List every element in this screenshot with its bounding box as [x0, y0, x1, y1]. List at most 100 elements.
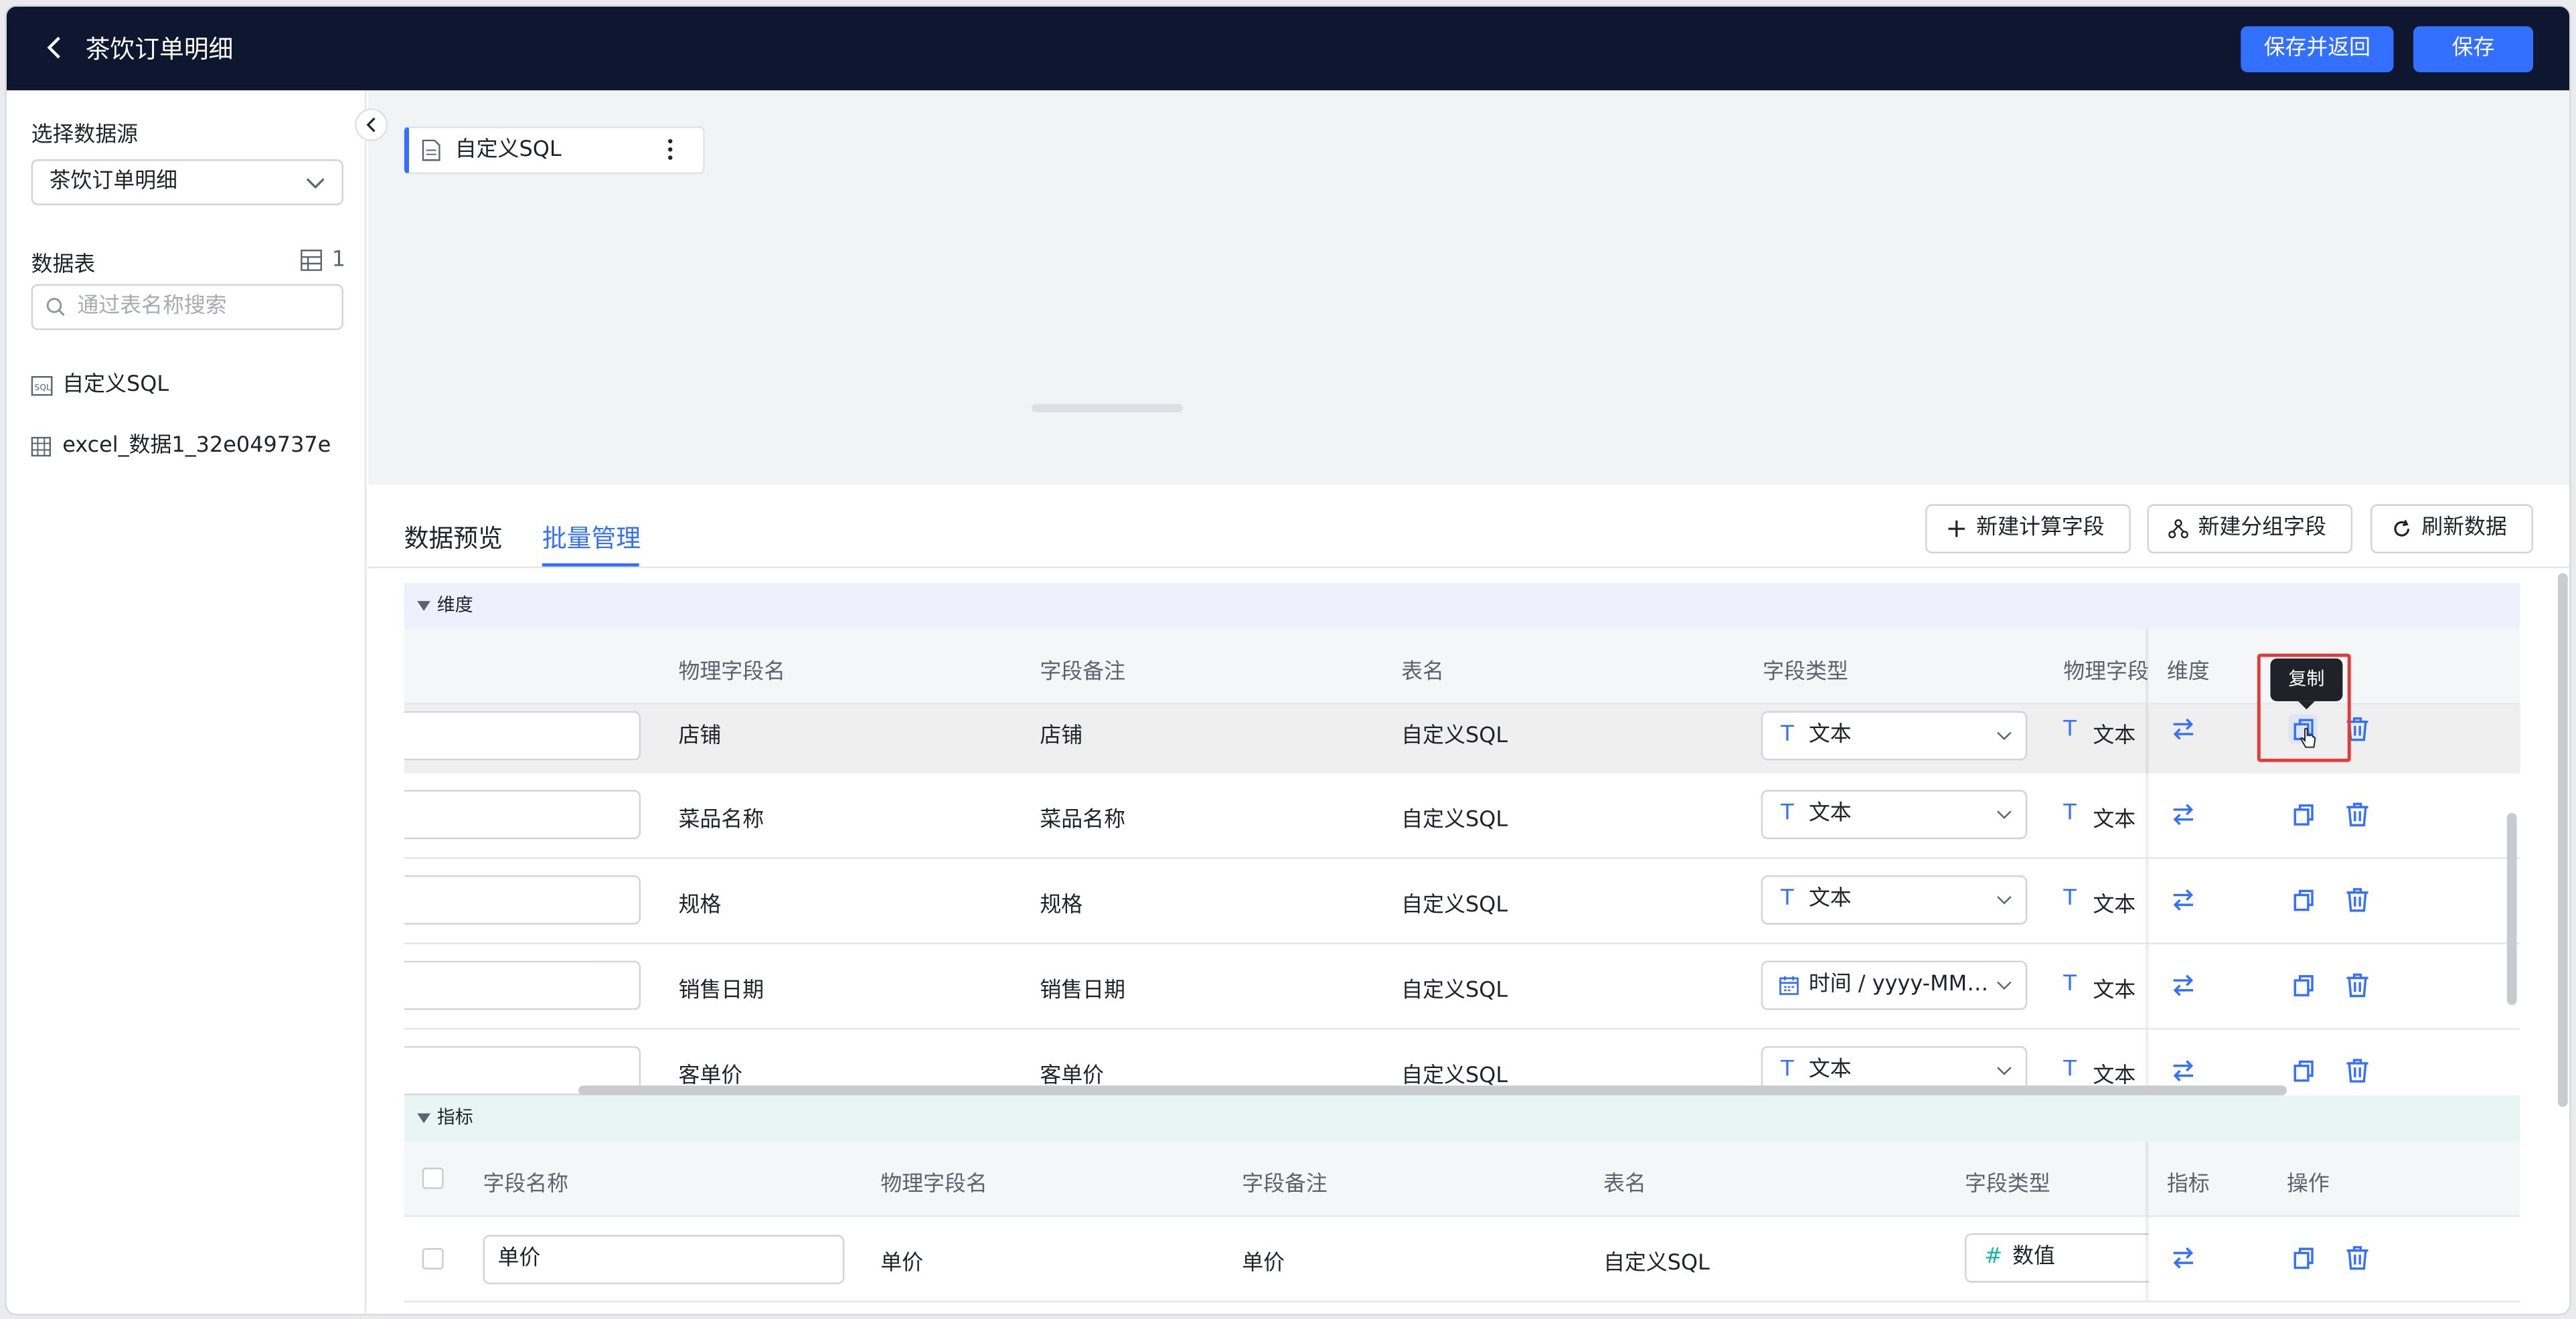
table-row[interactable]: 销售日期 销售日期 自定义SQL 时间 / yyyy-MM… T 文本: [404, 944, 2520, 1030]
chevron-down-icon: [1997, 981, 2012, 990]
back-arrow-icon[interactable]: [39, 31, 72, 64]
row-checkbox[interactable]: [422, 1248, 444, 1269]
new-calc-field-button[interactable]: 新建计算字段: [1925, 504, 2131, 553]
cell-table: 自定义SQL: [1401, 893, 1508, 918]
copy-icon[interactable]: [2288, 970, 2318, 1000]
copy-icon[interactable]: [2288, 1056, 2318, 1085]
field-name-input[interactable]: [404, 790, 641, 839]
swap-icon[interactable]: [2168, 714, 2198, 743]
text-type-icon: T: [2063, 801, 2077, 826]
copy-icon[interactable]: [2288, 885, 2318, 915]
inner-vertical-scrollbar[interactable]: [2506, 812, 2517, 1005]
field-type-select[interactable]: T 文本: [1761, 790, 2028, 839]
table-item-label: excel_数据1_32e049737e: [62, 433, 331, 458]
swap-icon[interactable]: [2168, 800, 2198, 829]
more-vertical-icon[interactable]: [667, 138, 673, 161]
cell-remark: 客单价: [1040, 1064, 1105, 1089]
collapse-sidebar-button[interactable]: [355, 108, 388, 142]
select-all-checkbox[interactable]: [422, 1167, 444, 1189]
text-type-icon: T: [1781, 722, 1794, 748]
cell-physical: 菜品名称: [678, 808, 764, 833]
physical-type: T 文本: [2063, 887, 2136, 918]
field-name-input[interactable]: [404, 960, 641, 1010]
table-node-sql[interactable]: 自定义SQL: [404, 126, 705, 175]
chevron-down-icon: [1997, 1067, 2012, 1075]
col-field-type: 字段类型: [1964, 1172, 2050, 1197]
cell-table: 自定义SQL: [1401, 724, 1508, 750]
field-name-input[interactable]: 单价: [483, 1235, 845, 1285]
col-field-name: 字段名称: [483, 1172, 569, 1197]
search-icon: [46, 298, 65, 317]
number-type-icon: #: [1984, 1245, 2003, 1269]
chevron-down-icon: [306, 178, 325, 189]
swap-icon[interactable]: [2168, 1056, 2198, 1085]
resize-handle[interactable]: [1032, 404, 1183, 412]
refresh-label: 刷新数据: [2421, 515, 2507, 541]
tables-count: 1: [331, 248, 346, 273]
dimension-section-label: 维度: [436, 594, 473, 616]
col-dimension: 维度: [2166, 660, 2210, 685]
cell-physical: 单价: [880, 1251, 924, 1276]
field-type-select[interactable]: T 文本: [1761, 875, 2028, 925]
delete-icon[interactable]: [2342, 970, 2372, 1000]
text-type-icon: T: [2063, 972, 2077, 997]
swap-icon[interactable]: [2168, 1243, 2198, 1273]
physical-type-value: 文本: [2093, 808, 2136, 833]
copy-icon[interactable]: [2288, 1243, 2318, 1273]
datasource-select[interactable]: 茶饮订单明细: [31, 159, 343, 205]
refresh-data-button[interactable]: 刷新数据: [2370, 504, 2534, 553]
delete-icon[interactable]: [2342, 800, 2372, 829]
new-group-field-button[interactable]: 新建分组字段: [2147, 504, 2353, 553]
delete-icon[interactable]: [2342, 1243, 2372, 1273]
table-item-label: 自定义SQL: [62, 373, 169, 398]
swap-icon[interactable]: [2168, 885, 2198, 915]
table-search-input[interactable]: 通过表名称搜索: [31, 284, 343, 331]
metric-section-label: 指标: [436, 1106, 473, 1128]
metric-section-header[interactable]: 指标: [404, 1095, 2520, 1142]
physical-type-value: 文本: [2093, 724, 2136, 750]
table-row[interactable]: 单价 单价 单价 自定义SQL # 数值: [404, 1217, 2520, 1303]
swap-icon[interactable]: [2168, 970, 2198, 1000]
field-type-select[interactable]: T 文本: [1761, 711, 2028, 761]
chevron-left-icon: [366, 117, 376, 133]
col-table-name: 表名: [1401, 660, 1445, 685]
copy-icon[interactable]: [2288, 800, 2318, 829]
sql-icon: SQL: [31, 375, 53, 396]
chevron-down-icon: [1997, 810, 2012, 819]
panel-vertical-scrollbar[interactable]: [2557, 573, 2568, 1107]
cell-physical: 客单价: [678, 1064, 743, 1089]
field-name-input[interactable]: [404, 875, 641, 925]
physical-type-value: 文本: [2093, 978, 2136, 1004]
cell-physical: 销售日期: [678, 978, 764, 1004]
field-name-input[interactable]: [404, 711, 641, 761]
table-row[interactable]: 规格 规格 自定义SQL T 文本 T 文本: [404, 859, 2520, 945]
field-type-select[interactable]: 时间 / yyyy-MM…: [1761, 960, 2028, 1010]
text-type-icon: T: [2063, 887, 2077, 911]
field-type-value: 时间 / yyyy-MM…: [1808, 972, 1989, 997]
calendar-icon: [1779, 976, 1799, 995]
document-icon: [422, 139, 440, 161]
table-row[interactable]: 菜品名称 菜品名称 自定义SQL T 文本 T 文本: [404, 773, 2520, 859]
table-item-sql[interactable]: SQL 自定义SQL: [31, 369, 169, 402]
tab-batch-manage[interactable]: 批量管理: [542, 521, 641, 555]
caret-down-icon: [417, 1113, 430, 1124]
fixed-column-bg: [2148, 1217, 2520, 1301]
col-remark: 字段备注: [1040, 660, 1126, 685]
delete-icon[interactable]: [2342, 885, 2372, 915]
save-and-return-button[interactable]: 保存并返回: [2241, 26, 2394, 72]
cell-remark: 店铺: [1040, 724, 1083, 750]
delete-icon[interactable]: [2342, 1056, 2372, 1085]
cell-table: 自定义SQL: [1401, 808, 1508, 833]
dimension-table-header: 物理字段名 字段备注 表名 字段类型 物理字段 维度: [404, 628, 2520, 705]
cell-remark: 菜品名称: [1040, 808, 1126, 833]
table-item-excel[interactable]: excel_数据1_32e049737e: [31, 430, 331, 463]
save-button[interactable]: 保存: [2413, 26, 2534, 72]
node-label: 自定义SQL: [455, 138, 562, 163]
dimension-section-header[interactable]: 维度: [404, 583, 2520, 629]
table-count-icon: [301, 250, 322, 271]
col-physical-name: 物理字段名: [880, 1172, 987, 1197]
svg-text:SQL: SQL: [35, 383, 51, 392]
horizontal-scrollbar[interactable]: [578, 1085, 2287, 1095]
tab-data-preview[interactable]: 数据预览: [404, 521, 503, 555]
page-title: 茶饮订单明细: [85, 34, 234, 64]
